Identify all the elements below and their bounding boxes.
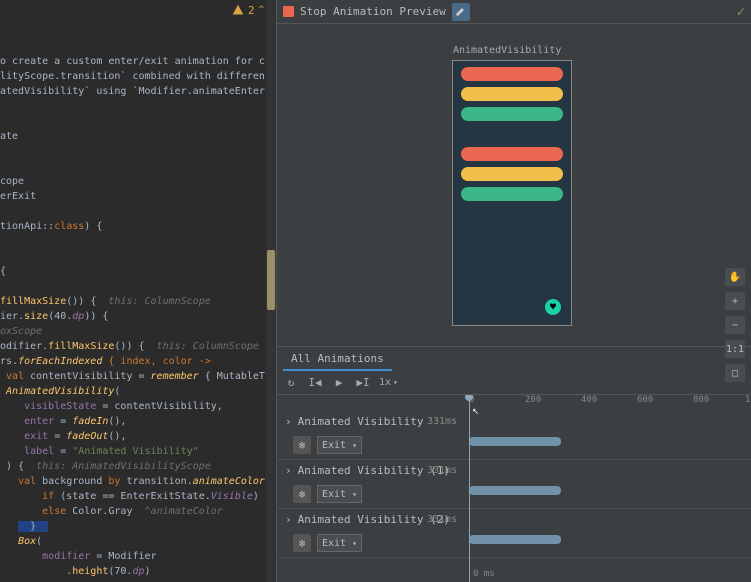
chevron-right-icon[interactable]: › — [285, 415, 292, 428]
timeline-segment[interactable] — [469, 437, 561, 446]
state-select[interactable]: Exit▾ — [317, 436, 362, 454]
color-bar — [461, 167, 563, 181]
speed-select[interactable]: 1x▾ — [379, 377, 398, 388]
tick: 200 — [525, 395, 541, 405]
animation-duration: 331ms — [427, 416, 457, 427]
tick: 400 — [581, 395, 597, 405]
playhead[interactable] — [469, 395, 470, 582]
color-bar — [461, 207, 563, 221]
animation-row: › Animated Visibility 331ms ❄ Exit▾ — [277, 411, 751, 460]
status-ok-icon: ✓ — [737, 4, 745, 20]
warning-icon — [232, 4, 244, 16]
tab-all-animations[interactable]: All Animations — [283, 348, 392, 371]
color-bar — [461, 127, 563, 141]
animation-duration: 331ms — [427, 514, 457, 525]
color-bar — [461, 67, 563, 81]
device-title: AnimatedVisibility — [453, 45, 561, 56]
freeze-icon[interactable]: ❄ — [293, 436, 311, 454]
timeline-footer-time: 0 ms — [277, 566, 751, 582]
tick: 1000 — [745, 395, 751, 405]
color-bar — [461, 87, 563, 101]
step-back-icon[interactable]: I◀ — [307, 375, 323, 391]
play-icon[interactable]: ▶ — [331, 375, 347, 391]
inspection-warnings[interactable]: 2 ^ — [232, 0, 264, 20]
fab-heart[interactable]: ♥ — [545, 299, 561, 315]
zoom-fit[interactable]: □ — [725, 364, 745, 382]
timeline-segment[interactable] — [469, 486, 561, 495]
color-bar — [461, 147, 563, 161]
stop-icon[interactable] — [283, 6, 294, 17]
preview-title[interactable]: Stop Animation Preview — [300, 5, 446, 18]
pan-tool[interactable]: ✋ — [725, 268, 745, 286]
device-frame: AnimatedVisibility ♥ — [452, 60, 572, 326]
zoom-100[interactable]: 1:1 — [725, 340, 745, 358]
edit-icon[interactable] — [452, 3, 470, 21]
code-content: o create a custom enter/exit animation f… — [0, 24, 265, 579]
color-bar — [461, 187, 563, 201]
freeze-icon[interactable]: ❄ — [293, 485, 311, 503]
warning-count: 2 — [248, 4, 255, 17]
timeline-ruler[interactable]: 0 200 400 600 800 1000 — [277, 395, 751, 411]
timeline-segment[interactable] — [469, 535, 561, 544]
preview-toolbar: Stop Animation Preview ✓ — [277, 0, 751, 24]
tick: 800 — [693, 395, 709, 405]
animation-row: › Animated Visibility (2) 331ms ❄ Exit▾ — [277, 509, 751, 558]
scrollbar-thumb[interactable] — [267, 250, 275, 310]
transport-controls: ↻ I◀ ▶ ▶I 1x▾ — [277, 371, 751, 395]
code-editor[interactable]: 2 ^ o create a custom enter/exit animati… — [0, 0, 276, 582]
chevron-right-icon[interactable]: › — [285, 464, 292, 477]
restart-icon[interactable]: ↻ — [283, 375, 299, 391]
state-select[interactable]: Exit▾ — [317, 485, 362, 503]
animation-panel: All Animations ↻ I◀ ▶ ▶I 1x▾ 0 200 400 6… — [277, 346, 751, 582]
preview-side-tools: ✋ + − 1:1 □ — [725, 268, 745, 382]
animation-duration: 331ms — [427, 465, 457, 476]
color-bar — [461, 107, 563, 121]
editor-scrollbar[interactable] — [266, 0, 276, 582]
tick: 600 — [637, 395, 653, 405]
step-forward-icon[interactable]: ▶I — [355, 375, 371, 391]
state-select[interactable]: Exit▾ — [317, 534, 362, 552]
chevron-right-icon[interactable]: › — [285, 513, 292, 526]
preview-canvas[interactable]: AnimatedVisibility ♥ ✋ + − 1:1 □ — [277, 24, 751, 346]
warning-caret: ^ — [259, 5, 264, 15]
animation-row: › Animated Visibility (1) 331ms ❄ Exit▾ — [277, 460, 751, 509]
freeze-icon[interactable]: ❄ — [293, 534, 311, 552]
animation-name: Animated Visibility — [298, 415, 424, 428]
zoom-in[interactable]: + — [725, 292, 745, 310]
zoom-out[interactable]: − — [725, 316, 745, 334]
